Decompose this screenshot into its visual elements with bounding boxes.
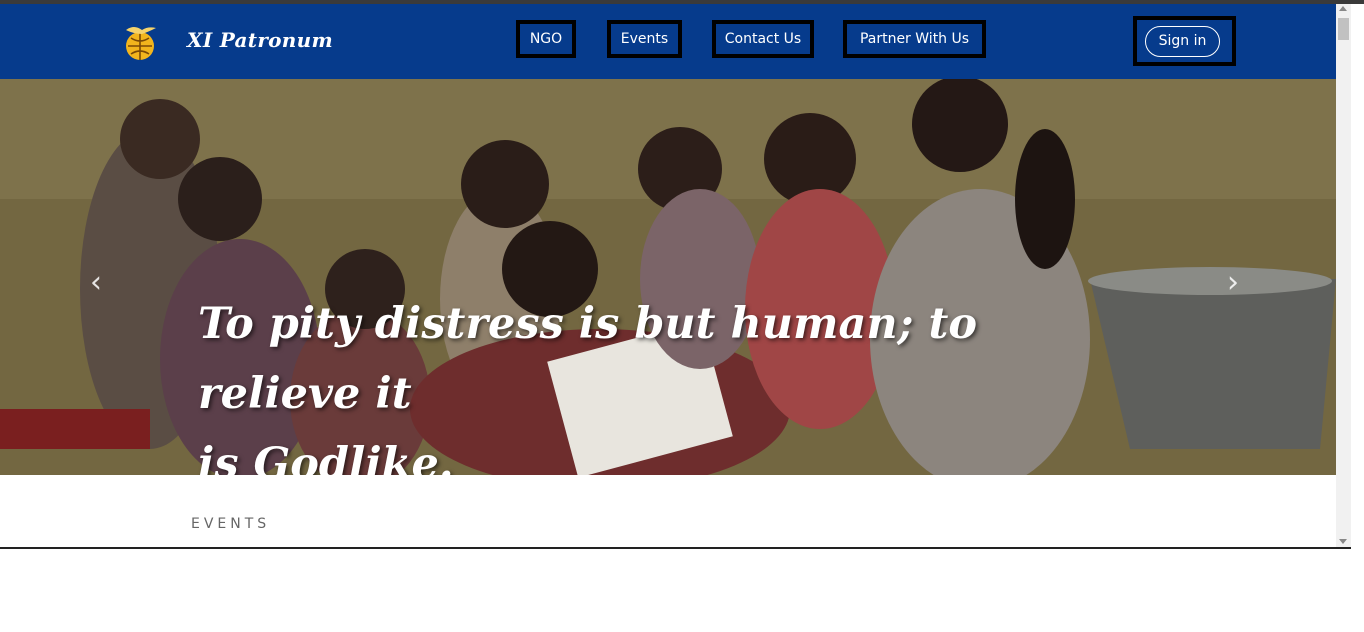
hero-caption-line-2: is Godlike. bbox=[198, 439, 454, 475]
hero-carousel: ‹ › To pity distress is but human; to re… bbox=[0, 79, 1336, 475]
signin-container: Sign in bbox=[1133, 16, 1236, 66]
globe-dove-icon[interactable] bbox=[122, 22, 160, 62]
chevron-left-icon[interactable]: ‹ bbox=[90, 265, 102, 300]
chevron-right-icon[interactable]: › bbox=[1227, 265, 1239, 300]
hero-caption-line-1: To pity distress is but human; to reliev… bbox=[198, 299, 978, 419]
brand-name[interactable]: XI Patronum bbox=[187, 28, 333, 52]
signin-button[interactable]: Sign in bbox=[1145, 26, 1220, 57]
scroll-down-icon[interactable] bbox=[1339, 539, 1347, 544]
navbar: XI Patronum NGO Events Contact Us Partne… bbox=[0, 4, 1336, 79]
vertical-scrollbar[interactable] bbox=[1336, 4, 1351, 548]
nav-partner-with-us[interactable]: Partner With Us bbox=[843, 20, 986, 58]
nav-events[interactable]: Events bbox=[607, 20, 682, 58]
scroll-up-icon[interactable] bbox=[1339, 6, 1347, 11]
hero-caption: To pity distress is but human; to reliev… bbox=[198, 289, 1128, 475]
viewport-bottom-border bbox=[0, 547, 1351, 549]
nav-ngo[interactable]: NGO bbox=[516, 20, 576, 58]
scrollbar-thumb[interactable] bbox=[1338, 18, 1349, 40]
section-label-events: EVENTS bbox=[191, 516, 271, 532]
nav-contact-us[interactable]: Contact Us bbox=[712, 20, 814, 58]
page-viewport: XI Patronum NGO Events Contact Us Partne… bbox=[0, 4, 1336, 548]
